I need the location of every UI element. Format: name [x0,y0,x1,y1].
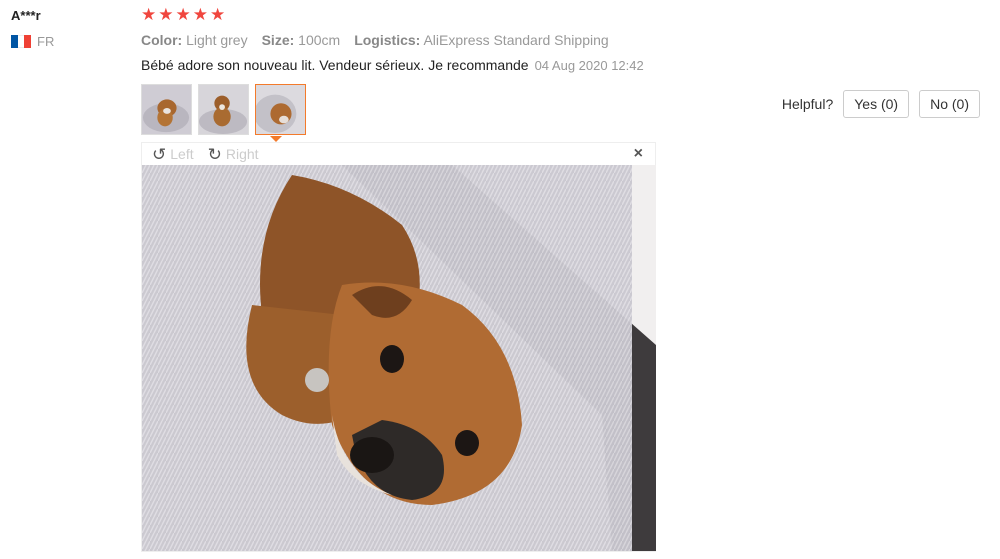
rotate-right-label: Right [225,146,259,162]
star-icon: ★ [192,5,208,24]
photo-thumbnail-active[interactable] [255,84,306,135]
review-date: 04 Aug 2020 12:42 [534,58,644,73]
photo-thumbnail[interactable] [198,84,249,135]
helpful-label: Helpful? [781,96,834,112]
star-icon: ★ [158,5,174,24]
country-code: FR [37,34,55,49]
enlarged-review-photo [142,165,656,551]
reviewer-country: FR [11,34,54,49]
rotate-left-button[interactable]: ↺ Left [152,146,194,163]
rotate-left-icon: ↺ [152,144,167,164]
helpful-yes-button[interactable]: Yes (0) [843,90,910,118]
star-icon: ★ [210,5,226,24]
review-body: Bébé adore son nouveau lit. Vendeur séri… [141,57,529,73]
photo-viewer: ↺ Left ↻ Right × [141,142,656,552]
order-attributes: Color: Light grey Size: 100cm Logistics:… [141,32,609,48]
star-icon: ★ [141,5,157,24]
rotate-right-icon: ↻ [207,144,222,164]
review-text: Bébé adore son nouveau lit. Vendeur séri… [141,57,644,73]
star-icon: ★ [175,5,191,24]
france-flag-icon [11,35,32,48]
review-photo-thumbnails [141,84,306,135]
attribute-logistics: Logistics: AliExpress Standard Shipping [354,32,609,48]
attribute-color: Color: Light grey [141,32,248,48]
close-icon[interactable]: × [634,145,643,163]
reviewer-name: A***r [11,8,41,23]
star-rating: ★ ★ ★ ★ ★ [141,5,225,25]
rotate-right-button[interactable]: ↻ Right [208,146,259,163]
rotate-left-label: Left [170,146,194,162]
photo-viewer-toolbar: ↺ Left ↻ Right × [142,143,655,165]
helpful-vote: Helpful? Yes (0) No (0) [782,90,980,118]
attribute-size: Size: 100cm [261,32,341,48]
helpful-no-button[interactable]: No (0) [919,90,980,118]
photo-thumbnail[interactable] [141,84,192,135]
